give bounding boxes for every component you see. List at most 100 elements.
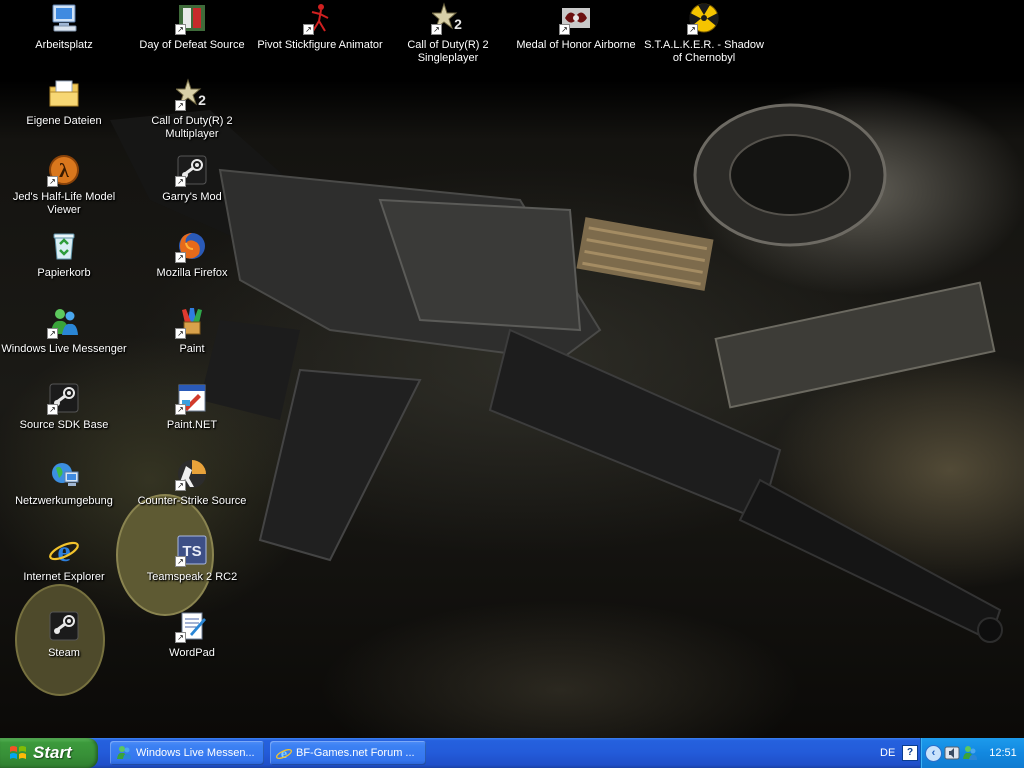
shortcut-arrow-icon: ↗ <box>175 100 186 111</box>
desktop-icon-label: Steam <box>48 647 80 659</box>
desktop-icon[interactable]: e Internet Explorer <box>0 534 128 584</box>
desktop-icon-label: Call of Duty(R) 2 Singleplayer <box>407 39 489 64</box>
shortcut-arrow-icon: ↗ <box>687 24 698 35</box>
radiation-icon: ↗ <box>687 2 720 35</box>
half-life-icon: λ ↗ <box>47 154 80 187</box>
desktop-icon-label: Source SDK Base <box>19 419 109 431</box>
cod2-icon: 2 ↗ <box>431 2 464 35</box>
recycle-bin-icon <box>48 230 80 262</box>
shortcut-arrow-icon: ↗ <box>175 328 186 339</box>
tray-expand-button[interactable]: ‹ <box>925 745 942 762</box>
counter-strike-icon: ↗ <box>175 458 208 491</box>
desktop-icon-label: Day of Defeat Source <box>139 39 245 51</box>
steam-icon: ↗ <box>47 382 80 415</box>
desktop-icon[interactable]: ↗ Day of Defeat Source <box>128 2 256 52</box>
shortcut-arrow-icon: ↗ <box>47 328 58 339</box>
desktop-icon[interactable]: ↗ Medal of Honor Airborne <box>512 2 640 52</box>
shortcut-arrow-icon: ↗ <box>559 24 570 35</box>
desktop: Arbeitsplatz ↗ Day of Defeat Source ↗ Pivot … <box>0 0 1024 738</box>
messenger-tray-icon[interactable] <box>962 745 978 761</box>
shortcut-arrow-icon: ↗ <box>47 176 58 187</box>
desktop-icon-label: Garry's Mod <box>162 191 222 203</box>
start-button[interactable]: Start <box>0 738 98 768</box>
desktop-icon[interactable]: 2 ↗ Call of Duty(R) 2 Singleplayer <box>384 2 512 65</box>
desktop-icon-label: Counter-Strike Source <box>137 495 247 507</box>
firefox-icon: ↗ <box>175 230 208 263</box>
svg-text:e: e <box>57 535 70 566</box>
clock[interactable]: 12:51 <box>983 738 1023 768</box>
desktop-icon[interactable]: Papierkorb <box>0 230 128 280</box>
teamspeak-icon: TS ↗ <box>175 534 208 567</box>
desktop-icon[interactable]: ↗ Windows Live Messenger <box>0 306 128 356</box>
desktop-icon[interactable]: ↗ S.T.A.L.K.E.R. - Shadow of Chernobyl <box>640 2 768 65</box>
desktop-icon-label: Paint <box>179 343 205 355</box>
desktop-icon-label: Papierkorb <box>37 267 91 279</box>
desktop-icon[interactable]: ↗ Pivot Stickfigure Animator <box>256 2 384 52</box>
messenger-icon <box>117 746 131 759</box>
desktop-icon[interactable]: TS ↗ Teamspeak 2 RC2 <box>128 534 256 584</box>
desktop-icon-label: WordPad <box>169 647 215 659</box>
desktop-icon-label: Paint.NET <box>166 419 218 431</box>
shortcut-arrow-icon: ↗ <box>175 556 186 567</box>
steam-icon <box>48 610 80 642</box>
desktop-icon-label: Internet Explorer <box>23 571 105 583</box>
shortcut-arrow-icon: ↗ <box>303 24 314 35</box>
shortcut-arrow-icon: ↗ <box>175 404 186 415</box>
paint-icon: ↗ <box>175 306 208 339</box>
desktop-icon[interactable]: ↗ WordPad <box>128 610 256 660</box>
desktop-icon[interactable]: ↗ Source SDK Base <box>0 382 128 432</box>
desktop-icon-label: S.T.A.L.K.E.R. - Shadow of Chernobyl <box>644 39 764 64</box>
taskbar-button-messenger[interactable]: Windows Live Messen... <box>110 741 264 765</box>
moh-icon: ↗ <box>559 2 592 35</box>
shortcut-arrow-icon: ↗ <box>47 404 58 415</box>
desktop-icon[interactable]: ↗ Paint.NET <box>128 382 256 432</box>
pivot-icon: ↗ <box>303 2 336 35</box>
taskbar-button-label: BF-Games.net Forum ... <box>296 747 415 759</box>
taskbar-button-browser[interactable]: e BF-Games.net Forum ... <box>270 741 426 765</box>
desktop-icon-label: Eigene Dateien <box>26 115 102 127</box>
desktop-icon[interactable]: Steam <box>0 610 128 660</box>
desktop-icon[interactable]: Arbeitsplatz <box>0 2 128 52</box>
desktop-icon[interactable]: Eigene Dateien <box>0 78 128 128</box>
desktop-icon[interactable]: 2 ↗ Call of Duty(R) 2 Multiplayer <box>128 78 256 141</box>
shortcut-arrow-icon: ↗ <box>175 24 186 35</box>
desktop-icon-label: Arbeitsplatz <box>35 39 93 51</box>
windows-logo-icon <box>10 746 26 759</box>
svg-text:2: 2 <box>454 16 462 32</box>
steam-icon: ↗ <box>175 154 208 187</box>
desktop-icon-label: Pivot Stickfigure Animator <box>257 39 383 51</box>
start-label: Start <box>33 743 72 762</box>
desktop-icon-label: Medal of Honor Airborne <box>516 39 636 51</box>
desktop-icon-label: Call of Duty(R) 2 Multiplayer <box>151 115 233 140</box>
desktop-icon-label: Windows Live Messenger <box>1 343 127 355</box>
desktop-icon-label: Jed's Half-Life Model Viewer <box>12 191 116 216</box>
my-documents-icon <box>48 78 80 110</box>
wordpad-icon: ↗ <box>175 610 208 643</box>
language-indicator[interactable]: DE <box>880 738 900 768</box>
desktop-icon[interactable]: Netzwerkumgebung <box>0 458 128 508</box>
desktop-icon[interactable]: ↗ Counter-Strike Source <box>128 458 256 508</box>
internet-explorer-icon: e <box>48 534 80 566</box>
desktop-icon[interactable]: ↗ Paint <box>128 306 256 356</box>
shortcut-arrow-icon: ↗ <box>175 480 186 491</box>
svg-text:λ: λ <box>59 160 69 182</box>
desktop-icon[interactable]: ↗ Garry's Mod <box>128 154 256 204</box>
taskbar-button-label: Windows Live Messen... <box>136 747 255 759</box>
system-tray: ‹ 12:51 <box>920 738 1024 768</box>
cod2-icon: 2 ↗ <box>175 78 208 111</box>
shortcut-arrow-icon: ↗ <box>431 24 442 35</box>
messenger-icon: ↗ <box>47 306 80 339</box>
internet-explorer-icon: e <box>276 747 292 761</box>
shortcut-arrow-icon: ↗ <box>175 632 186 643</box>
taskbar: Start Windows Live Messen... e BF-Games.… <box>0 738 1024 768</box>
desktop-icon-label: Netzwerkumgebung <box>15 495 113 507</box>
desktop-icon[interactable]: λ ↗ Jed's Half-Life Model Viewer <box>0 154 128 217</box>
my-computer-icon <box>48 2 80 34</box>
svg-text:e: e <box>281 747 287 761</box>
shortcut-arrow-icon: ↗ <box>175 176 186 187</box>
volume-icon[interactable] <box>944 745 960 761</box>
help-icon[interactable]: ? <box>902 745 918 761</box>
desktop-icon[interactable]: ↗ Mozilla Firefox <box>128 230 256 280</box>
shortcut-arrow-icon: ↗ <box>175 252 186 263</box>
network-icon <box>48 458 80 490</box>
